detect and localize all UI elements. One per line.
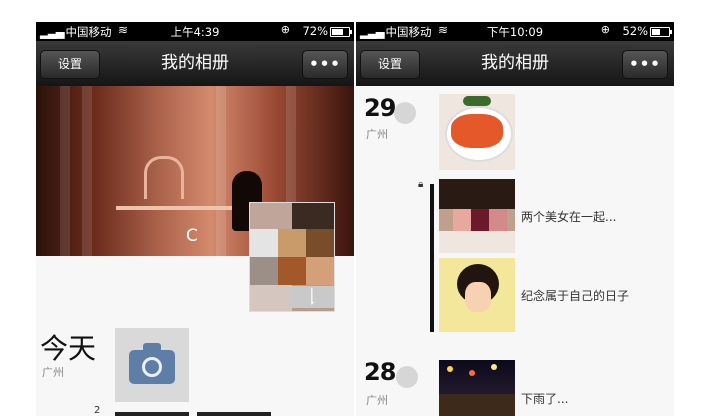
add-photo-button[interactable] <box>115 328 189 402</box>
entry-caption: 纪念属于自己的日子 <box>521 289 630 303</box>
photo-thumbnail[interactable] <box>439 360 515 416</box>
today-location: 广州 <box>42 366 64 379</box>
lock-icon: 🔒︎ <box>418 179 424 190</box>
blurred-month <box>396 366 418 388</box>
battery-icon <box>650 27 672 37</box>
battery-percent: 52% <box>622 24 648 38</box>
entry-caption: 下雨了... <box>521 392 569 406</box>
entry-location: 广州 <box>366 128 388 141</box>
photo-thumbnail[interactable] <box>439 179 515 253</box>
entry-location: 广州 <box>366 394 388 407</box>
entry-caption: 两个美女在一起... <box>521 210 617 224</box>
today-label: 今天 <box>40 332 97 365</box>
right-phone-screen: ▂▃▄ 中国移动 ≋ 下午10:09 ⊕ 52% 设置 我的相册 ••• 29 广… <box>356 22 674 416</box>
status-bar: ▂▃▄ 中国移动 ≋ 下午10:09 ⊕ 52% <box>356 22 674 41</box>
battery-percent: 72% <box>302 24 328 38</box>
settings-back-button[interactable]: 设置 <box>360 50 420 79</box>
cover-text: C <box>186 226 198 246</box>
status-bar: ▂▃▄ 中国移动 ≋ 上午4:39 ⊕ 72% <box>36 22 354 41</box>
page-title: 我的相册 <box>481 53 549 73</box>
entry-date: 28 <box>364 358 396 386</box>
left-phone-screen: ▂▃▄ 中国移动 ≋ 上午4:39 ⊕ 72% 设置 我的相册 ••• C │̣ … <box>36 22 354 416</box>
orientation-lock-icon: ⊕ <box>600 23 610 36</box>
photo-thumbnail[interactable] <box>439 258 515 332</box>
orientation-lock-icon: ⊕ <box>280 23 290 36</box>
more-button[interactable]: ••• <box>622 50 668 79</box>
nav-bar: 设置 我的相册 ••• <box>356 41 674 86</box>
page-title: 我的相册 <box>161 53 229 73</box>
more-button[interactable]: ••• <box>302 50 348 79</box>
photo-thumbnail[interactable] <box>197 412 271 416</box>
nav-bar: 设置 我的相册 ••• <box>36 41 354 86</box>
entry-date: 29 <box>364 94 396 122</box>
timeline-bar <box>430 184 434 332</box>
photo-thumbnail[interactable] <box>115 412 189 416</box>
blurred-month <box>394 102 416 124</box>
settings-back-button[interactable]: 设置 <box>40 50 100 79</box>
small-date: 2 <box>94 405 101 416</box>
nickname: │̣ <box>290 286 334 308</box>
battery-icon <box>330 27 352 37</box>
photo-thumbnail[interactable] <box>439 94 515 170</box>
